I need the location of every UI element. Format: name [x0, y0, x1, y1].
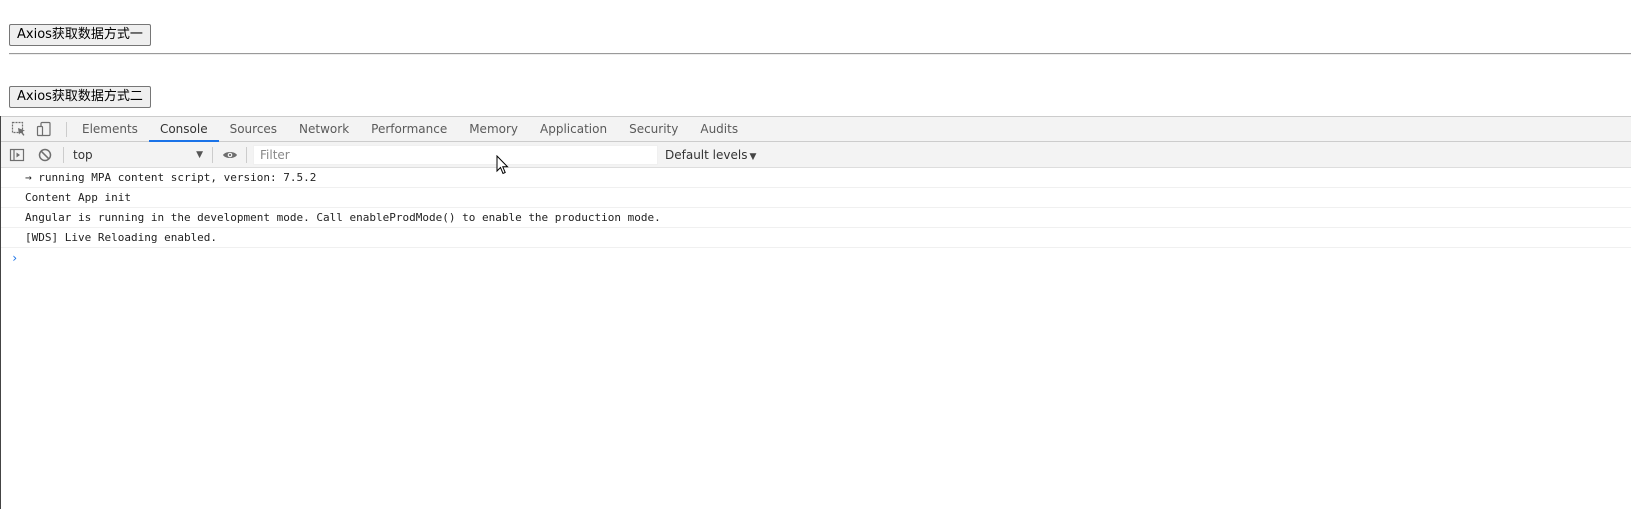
prompt-chevron-icon: ›	[11, 251, 19, 265]
device-toolbar-icon[interactable]	[36, 121, 52, 137]
console-message: Content App init	[1, 188, 1631, 208]
console-message: → running MPA content script, version: 7…	[1, 168, 1631, 188]
show-sidebar-icon[interactable]	[9, 147, 25, 163]
tabbar-divider	[66, 122, 67, 137]
mouse-pointer-icon	[496, 155, 509, 175]
toolbar-divider	[212, 147, 213, 163]
devtools-tabbar: Elements Console Sources Network Perform…	[1, 116, 1631, 142]
log-levels-dropdown[interactable]: Default levels ▼	[665, 146, 756, 164]
tab-security[interactable]: Security	[618, 117, 689, 142]
console-toolbar: top ▼ Default levels▼	[1, 142, 1631, 168]
log-levels-label: Default levels	[665, 148, 748, 162]
console-message: Angular is running in the development mo…	[1, 208, 1631, 228]
tab-elements[interactable]: Elements	[71, 117, 149, 142]
live-expression-eye-icon[interactable]	[222, 147, 238, 163]
tab-audits[interactable]: Audits	[689, 117, 749, 142]
clear-console-icon[interactable]	[37, 147, 53, 163]
tab-sources[interactable]: Sources	[219, 117, 288, 142]
tab-network[interactable]: Network	[288, 117, 360, 142]
console-prompt[interactable]: ›	[1, 248, 1631, 268]
console-filter-input[interactable]	[253, 145, 658, 165]
tab-performance[interactable]: Performance	[360, 117, 458, 142]
axios-method-one-button[interactable]: Axios获取数据方式一	[9, 24, 151, 46]
console-messages: → running MPA content script, version: 7…	[1, 168, 1631, 268]
dropdown-arrow-icon: ▼	[749, 152, 757, 162]
dropdown-arrow-icon: ▼	[196, 150, 203, 160]
toolbar-divider	[63, 147, 64, 163]
inspect-element-icon[interactable]	[11, 121, 27, 137]
context-selector[interactable]: top ▼	[73, 146, 203, 164]
axios-method-two-button[interactable]: Axios获取数据方式二	[9, 86, 151, 108]
context-value: top	[73, 148, 93, 162]
devtools-panel: Elements Console Sources Network Perform…	[0, 116, 1631, 509]
devtools-tabs: Elements Console Sources Network Perform…	[71, 117, 749, 142]
tab-application[interactable]: Application	[529, 117, 618, 142]
tab-memory[interactable]: Memory	[458, 117, 529, 142]
toolbar-divider	[246, 147, 247, 163]
web-page: Axios获取数据方式一 Axios获取数据方式二	[0, 0, 1631, 116]
horizontal-rule	[9, 53, 1631, 55]
tab-console[interactable]: Console	[148, 117, 219, 142]
console-message: [WDS] Live Reloading enabled.	[1, 228, 1631, 248]
